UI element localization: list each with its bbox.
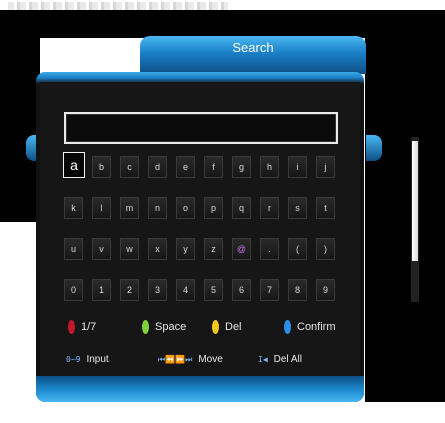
search-dialog: a b c d e f g h i j k l m n o p q r s t u v w x y z @. () 0 1 2 3 4 5 6 7 8 9…	[36, 72, 364, 402]
key-)[interactable]: )	[316, 238, 335, 260]
delete-all-icon: I◀	[258, 355, 268, 364]
yellow-button-icon	[212, 320, 219, 334]
key-j[interactable]: j	[316, 156, 335, 178]
key-b[interactable]: b	[92, 156, 111, 178]
legend-delall: I◀ Del All	[258, 354, 302, 365]
legend-green-label: Space	[155, 321, 187, 333]
scrollbar-thumb[interactable]	[412, 141, 418, 261]
legend-delall-label: Del All	[273, 354, 302, 365]
legend-red: 1/7	[68, 320, 96, 334]
navigation-arrows-icon: ⏮⏪⏩⏭	[158, 354, 193, 364]
key-e[interactable]: e	[176, 156, 195, 178]
dialog-bottom-bar	[36, 376, 364, 402]
key-m[interactable]: m	[120, 197, 139, 219]
key-a-selected[interactable]: a	[63, 152, 85, 178]
legend-green: Space	[142, 320, 186, 334]
key-d[interactable]: d	[148, 156, 167, 178]
key-q[interactable]: q	[232, 197, 251, 219]
legend-blue-label: Confirm	[297, 321, 336, 333]
blue-button-icon	[284, 320, 291, 334]
number-keys-icon: 0~9	[66, 355, 81, 364]
key-g[interactable]: g	[232, 156, 251, 178]
key-z[interactable]: z	[204, 238, 223, 260]
key-7[interactable]: 7	[260, 279, 279, 301]
legend-move: ⏮⏪⏩⏭ Move	[158, 354, 223, 365]
background-video-left	[0, 10, 40, 222]
key-v[interactable]: v	[92, 238, 111, 260]
key-c[interactable]: c	[120, 156, 139, 178]
legend-red-label: 1/7	[81, 321, 97, 333]
legend-move-label: Move	[198, 354, 223, 365]
key-r[interactable]: r	[260, 197, 279, 219]
key-y[interactable]: y	[176, 238, 195, 260]
background-video-right	[365, 10, 445, 402]
key-s[interactable]: s	[288, 197, 307, 219]
key-9[interactable]: 9	[316, 279, 335, 301]
key-h[interactable]: h	[260, 156, 279, 178]
key-t[interactable]: t	[316, 197, 335, 219]
key-k[interactable]: k	[64, 197, 83, 219]
right-side-knob	[366, 135, 382, 161]
key-p[interactable]: p	[204, 197, 223, 219]
window-title: Search	[232, 40, 274, 55]
key-n[interactable]: n	[148, 197, 167, 219]
background-video-noise	[8, 2, 228, 10]
key-4[interactable]: 4	[176, 279, 195, 301]
title-tab: Search	[140, 36, 366, 74]
green-button-icon	[142, 320, 149, 334]
key-x[interactable]: x	[148, 238, 167, 260]
key-o[interactable]: o	[176, 197, 195, 219]
key-3[interactable]: 3	[148, 279, 167, 301]
key-2[interactable]: 2	[120, 279, 139, 301]
key-([interactable]: (	[288, 238, 307, 260]
key-u[interactable]: u	[64, 238, 83, 260]
key-f[interactable]: f	[204, 156, 223, 178]
red-button-icon	[68, 320, 75, 334]
legend-yellow: Del	[212, 320, 242, 334]
legend-yellow-label: Del	[225, 321, 242, 333]
scrollbar[interactable]	[411, 137, 419, 302]
legend-input: 0~9 Input	[66, 354, 109, 365]
key-0[interactable]: 0	[64, 279, 83, 301]
search-input[interactable]	[64, 112, 338, 144]
key-@[interactable]: @	[232, 238, 251, 260]
legend-input-label: Input	[86, 354, 109, 365]
key-i[interactable]: i	[288, 156, 307, 178]
key-6[interactable]: 6	[232, 279, 251, 301]
key-w[interactable]: w	[120, 238, 139, 260]
key-.[interactable]: .	[260, 238, 279, 260]
key-8[interactable]: 8	[288, 279, 307, 301]
key-5[interactable]: 5	[204, 279, 223, 301]
key-l[interactable]: l	[92, 197, 111, 219]
legend-blue: Confirm	[284, 320, 336, 334]
key-1[interactable]: 1	[92, 279, 111, 301]
